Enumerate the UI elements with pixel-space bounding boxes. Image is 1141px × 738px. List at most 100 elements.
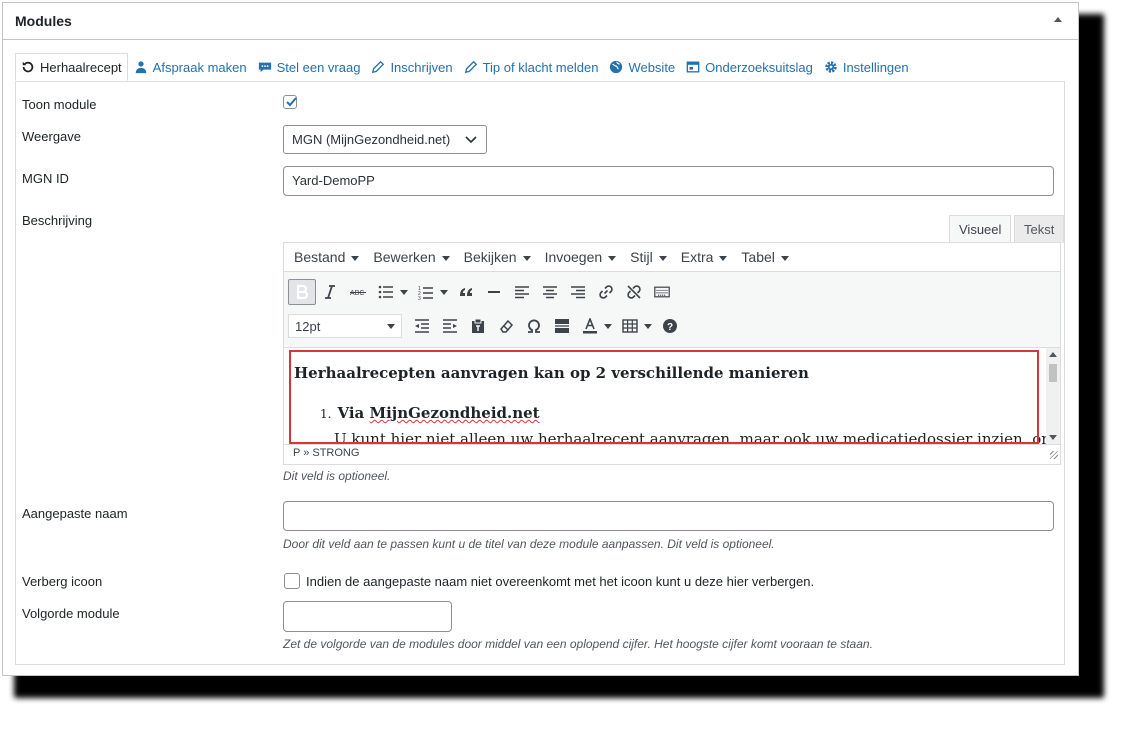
bold-button[interactable] xyxy=(288,279,316,305)
content-paragraph: U kunt hier niet alleen uw herhaalrecept… xyxy=(334,430,1060,444)
tab-visueel[interactable]: Visueel xyxy=(949,215,1012,243)
blockquote-button[interactable] xyxy=(452,279,480,305)
menu-invoegen[interactable]: Invoegen xyxy=(538,249,624,265)
caret-down-icon xyxy=(441,256,450,261)
clipboard-icon xyxy=(472,318,484,333)
tab-label: Onderzoeksuitslag xyxy=(705,59,813,75)
tab-instellingen[interactable]: Instellingen xyxy=(819,53,914,81)
align-center-button[interactable] xyxy=(536,279,564,305)
align-left-button[interactable] xyxy=(508,279,536,305)
pencil-icon xyxy=(372,60,385,74)
tab-herhaalrecept[interactable]: Herhaalrecept xyxy=(15,53,128,81)
quote-icon xyxy=(460,288,472,296)
text-color-button[interactable] xyxy=(576,313,604,339)
menu-tabel[interactable]: Tabel xyxy=(734,249,795,265)
bullet-list-icon xyxy=(378,285,393,299)
module-tabs: Herhaalrecept Afspraak maken Stel een vr… xyxy=(15,53,915,81)
caret-down-icon[interactable] xyxy=(440,289,448,295)
tab-label: Website xyxy=(628,59,676,75)
tab-website[interactable]: Website xyxy=(604,53,680,81)
tab-tekst[interactable]: Tekst xyxy=(1014,215,1065,243)
italic-button[interactable] xyxy=(316,279,344,305)
editor-menubar: Bestand Bewerken Bekijken Invoegen Stijl… xyxy=(284,243,1060,272)
editor-scrollbar[interactable] xyxy=(1046,348,1060,444)
tab-label: Herhaalrecept xyxy=(40,59,122,75)
toon-module-label: Toon module xyxy=(22,97,97,112)
font-size-select[interactable]: 12pt xyxy=(288,314,402,338)
chevron-down-icon xyxy=(465,136,477,144)
volgorde-module-input[interactable] xyxy=(283,601,452,632)
editor-statusbar: P » STRONG xyxy=(284,444,1060,461)
mgn-id-input[interactable]: Yard-DemoPP xyxy=(283,166,1054,196)
menu-bekijken[interactable]: Bekijken xyxy=(457,249,538,265)
menu-label: Extra xyxy=(680,249,714,265)
strikethrough-button[interactable]: ABC xyxy=(344,279,372,305)
horizontal-line-button[interactable] xyxy=(480,279,508,305)
toolbar-toggle-button[interactable] xyxy=(648,279,676,305)
help-button[interactable]: ? xyxy=(656,313,684,339)
svg-text:3: 3 xyxy=(418,296,421,300)
page-break-icon xyxy=(555,319,569,333)
resize-handle-icon[interactable] xyxy=(1050,451,1058,459)
tab-onderzoeksuitslag[interactable]: Onderzoeksuitslag xyxy=(681,53,818,81)
volgorde-module-label: Volgorde module xyxy=(22,606,120,621)
tab-label: Stel een vraag xyxy=(276,59,361,75)
caret-down-icon[interactable] xyxy=(644,323,652,329)
tab-inschrijven[interactable]: Inschrijven xyxy=(366,53,457,81)
tab-label: Instellingen xyxy=(842,59,909,75)
remove-link-button[interactable] xyxy=(620,279,648,305)
aangepaste-naam-description: Door dit veld aan te passen kunt u de ti… xyxy=(283,537,775,551)
menu-stijl[interactable]: Stijl xyxy=(623,249,674,265)
tab-label: Inschrijven xyxy=(390,59,453,75)
weergave-value: MGN (MijnGezondheid.net) xyxy=(292,132,451,147)
insert-link-button[interactable] xyxy=(592,279,620,305)
caret-down-icon[interactable] xyxy=(604,323,612,329)
list-item-link[interactable]: MijnGezondheid.net xyxy=(369,404,539,422)
numbered-list-button[interactable]: 123 xyxy=(412,279,440,305)
gear-icon xyxy=(825,61,837,73)
table-icon xyxy=(622,319,638,333)
menu-bewerken[interactable]: Bewerken xyxy=(366,249,456,265)
scroll-down-icon[interactable] xyxy=(1049,435,1057,440)
scrollbar-thumb[interactable] xyxy=(1049,364,1057,382)
toolbar-row-1: ABC 123 xyxy=(288,279,676,305)
special-character-button[interactable] xyxy=(520,313,548,339)
modules-panel: Modules Herhaalrecept Afspraak maken Ste… xyxy=(2,2,1079,676)
verberg-icoon-checkbox[interactable] xyxy=(284,573,300,589)
panel-title: Modules xyxy=(15,13,72,29)
rich-text-editor: Bestand Bewerken Bekijken Invoegen Stijl… xyxy=(283,242,1061,465)
caret-down-icon xyxy=(780,256,789,261)
tab-stel-een-vraag[interactable]: Stel een vraag xyxy=(253,53,366,81)
menu-bestand[interactable]: Bestand xyxy=(287,249,366,265)
list-item-prefix: Via xyxy=(337,404,370,422)
align-right-button[interactable] xyxy=(564,279,592,305)
caret-down-icon xyxy=(658,256,667,261)
bold-icon xyxy=(296,284,309,300)
omega-icon xyxy=(528,319,540,333)
content-heading: Herhaalrecepten aanvragen kan op 2 versc… xyxy=(294,364,809,382)
tab-tip-of-klacht[interactable]: Tip of klacht melden xyxy=(459,53,604,81)
numbered-list-icon: 123 xyxy=(418,286,433,300)
paste-text-button[interactable] xyxy=(464,313,492,339)
toon-module-checkbox[interactable] xyxy=(283,95,297,109)
weergave-select[interactable]: MGN (MijnGezondheid.net) xyxy=(283,125,487,154)
page-break-button[interactable] xyxy=(548,313,576,339)
caret-down-icon[interactable] xyxy=(400,289,408,295)
scroll-up-icon[interactable] xyxy=(1049,352,1057,357)
bullet-list-button[interactable] xyxy=(372,279,400,305)
menu-label: Tabel xyxy=(741,249,775,265)
editor-content[interactable]: Herhaalrecepten aanvragen kan op 2 versc… xyxy=(284,348,1060,444)
aangepaste-naam-input[interactable] xyxy=(283,501,1054,531)
clear-formatting-button[interactable] xyxy=(492,313,520,339)
collapse-toggle-icon[interactable] xyxy=(1054,17,1062,22)
tab-content: Toon module Weergave MGN (MijnGezondheid… xyxy=(15,81,1065,665)
indent-button[interactable] xyxy=(436,313,464,339)
table-button[interactable] xyxy=(616,313,644,339)
tab-afspraak-maken[interactable]: Afspraak maken xyxy=(129,53,252,81)
checkmark-icon xyxy=(286,97,297,107)
pencil-icon xyxy=(464,60,477,74)
italic-icon xyxy=(325,285,335,299)
outdent-button[interactable] xyxy=(408,313,436,339)
menu-extra[interactable]: Extra xyxy=(674,249,735,265)
beschrijving-description: Dit veld is optioneel. xyxy=(283,469,391,483)
